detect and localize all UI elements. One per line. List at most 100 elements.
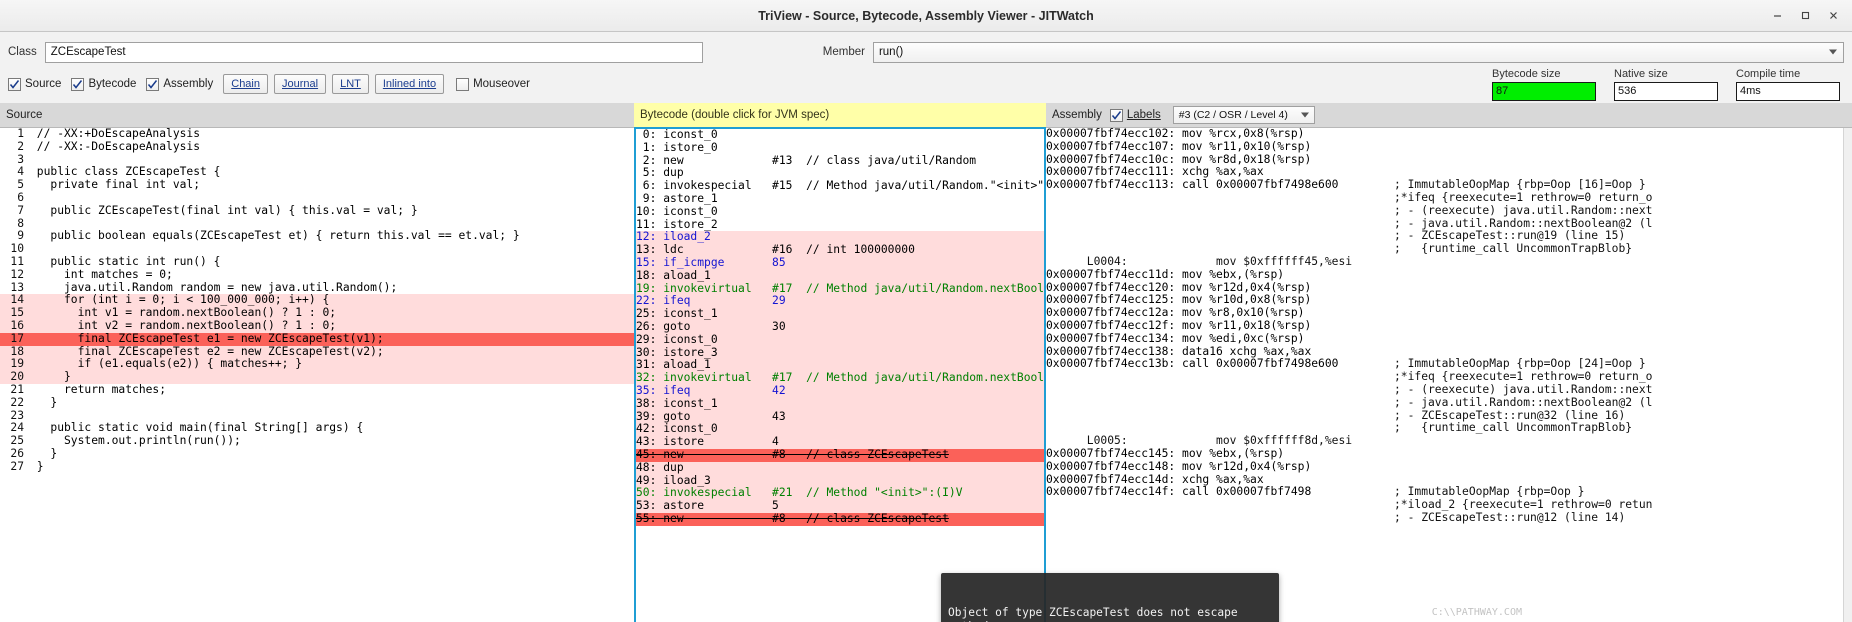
source-line[interactable]: 9 public boolean equals(ZCEscapeTest et)… bbox=[0, 230, 634, 243]
assembly-comment bbox=[1384, 154, 1394, 167]
bytecode-line[interactable]: 35: ifeq 42 bbox=[636, 383, 1044, 398]
assembly-line[interactable]: L0004: mov $0xffffff45,%esi bbox=[1046, 254, 1852, 269]
bytecode-operand bbox=[772, 462, 806, 475]
assembly-line[interactable]: L0005: mov $0xffffff8d,%esi bbox=[1046, 434, 1852, 448]
bytecode-line[interactable]: 53: astore 5 bbox=[636, 499, 1044, 513]
title-bar: TriView - Source, Bytecode, Assembly Vie… bbox=[0, 0, 1852, 32]
source-line[interactable]: 1 // -XX:+DoEscapeAnalysis bbox=[0, 128, 634, 141]
bytecode-operand bbox=[772, 142, 806, 155]
assembly-line[interactable]: 0x00007fbf74ecc145: mov %ebx,(%rsp) bbox=[1046, 447, 1852, 461]
assembly-line[interactable]: 0x00007fbf74ecc107: mov %r11,0x10(%rsp) bbox=[1046, 140, 1852, 154]
compilation-select[interactable]: #3 (C2 / OSR / Level 4) bbox=[1172, 106, 1315, 124]
bytecode-offset: 15: bbox=[636, 255, 664, 269]
assembly-comment bbox=[1384, 294, 1394, 307]
bytecode-operand: 42 bbox=[772, 383, 807, 397]
assembly-instruction bbox=[1046, 371, 1384, 384]
assembly-scrollbar[interactable] bbox=[1843, 128, 1852, 622]
minimize-icon[interactable] bbox=[1764, 5, 1790, 27]
bytecode-line[interactable]: 45: new #8 // class ZCEscapeTest bbox=[636, 448, 1044, 462]
member-label: Member bbox=[822, 46, 865, 58]
source-line[interactable]: 2 // -XX:-DoEscapeAnalysis bbox=[0, 140, 634, 154]
checkbox-labels[interactable]: Labels bbox=[1109, 108, 1161, 122]
assembly-instruction bbox=[1046, 499, 1384, 512]
bytecode-line[interactable]: 48: dup bbox=[636, 461, 1044, 475]
bytecode-opcode: aload_1 bbox=[663, 268, 773, 282]
source-line[interactable]: 21 return matches; bbox=[0, 383, 634, 397]
toolbar-row-options: Source Bytecode Assembly Chain Journal L… bbox=[8, 67, 1844, 101]
assembly-line[interactable]: 0x00007fbf74ecc134: mov %edi,0xc(%rsp) bbox=[1046, 332, 1852, 346]
assembly-line[interactable]: ; - ZCEscapeTest::run@12 (line 14) bbox=[1046, 511, 1852, 525]
source-line-number: 12 bbox=[10, 267, 24, 281]
assembly-line[interactable]: 0x00007fbf74ecc102: mov %rcx,0x8(%rsp) bbox=[1046, 128, 1852, 141]
source-line[interactable]: 11 public static int run() { bbox=[0, 255, 634, 269]
window-controls bbox=[1764, 5, 1852, 27]
source-line-text: } bbox=[30, 395, 58, 409]
source-line[interactable]: 12 int matches = 0; bbox=[0, 267, 634, 282]
journal-button[interactable]: Journal bbox=[274, 74, 327, 94]
bytecode-line[interactable]: 10: iconst_0 bbox=[636, 205, 1044, 219]
bytecode-operand: 5 bbox=[772, 499, 807, 513]
bytecode-line[interactable]: 9: astore_1 bbox=[636, 191, 1044, 206]
assembly-label: L0004: mov $0xffffff45,%esi bbox=[1046, 254, 1353, 268]
source-line[interactable]: 19 if (e1.equals(e2)) { matches++; } bbox=[0, 358, 634, 372]
source-line[interactable]: 17 final ZCEscapeTest e1 = new ZCEscapeT… bbox=[0, 332, 634, 346]
maximize-icon[interactable] bbox=[1792, 5, 1818, 27]
bytecode-line[interactable]: 55: new #8 // class ZCEscapeTest bbox=[636, 512, 1044, 526]
source-line[interactable]: 7 public ZCEscapeTest(final int val) { t… bbox=[0, 204, 634, 218]
metric-compile-time-label: Compile time bbox=[1736, 67, 1801, 80]
bytecode-line[interactable]: 43: istore 4 bbox=[636, 435, 1044, 449]
bytecode-opcode: astore_1 bbox=[663, 191, 773, 205]
source-line[interactable]: 5 private final int val; bbox=[0, 178, 634, 192]
source-line[interactable]: 25 System.out.println(run()); bbox=[0, 434, 634, 448]
bytecode-line[interactable]: 18: aload_1 bbox=[636, 268, 1044, 283]
chain-button[interactable]: Chain bbox=[223, 74, 268, 94]
assembly-line[interactable]: 0x00007fbf74ecc148: mov %r12d,0x4(%rsp) bbox=[1046, 460, 1852, 474]
source-line-number: 26 bbox=[10, 446, 24, 460]
assembly-line[interactable]: 0x00007fbf74ecc11d: mov %ebx,(%rsp) bbox=[1046, 268, 1852, 282]
close-icon[interactable] bbox=[1820, 5, 1846, 27]
assembly-line[interactable]: 0x00007fbf74ecc12f: mov %r11,0x18(%rsp) bbox=[1046, 319, 1852, 333]
checkmark-icon bbox=[146, 77, 160, 91]
checkbox-mouseover-label: Mouseover bbox=[473, 78, 530, 90]
assembly-line[interactable]: ;*iload_2 {reexecute=1 rethrow=0 retun bbox=[1046, 498, 1852, 512]
bytecode-line[interactable]: 26: goto 30 bbox=[636, 320, 1044, 334]
bytecode-line[interactable]: 29: iconst_0 bbox=[636, 333, 1044, 347]
source-code-area[interactable]: 1 // -XX:+DoEscapeAnalysis 2 // -XX:-DoEs… bbox=[0, 127, 634, 622]
class-input[interactable]: ZCEscapeTest bbox=[44, 41, 703, 63]
bytecode-opcode: iconst_1 bbox=[663, 396, 773, 410]
lnt-button[interactable]: LNT bbox=[332, 74, 369, 94]
source-line[interactable]: 22 } bbox=[0, 395, 634, 410]
source-line-text: private final int val; bbox=[30, 178, 201, 192]
member-select[interactable]: run() bbox=[872, 41, 1844, 63]
source-line[interactable]: 6 bbox=[0, 191, 634, 205]
bytecode-pane-title: Bytecode (double click for JVM spec) bbox=[640, 109, 830, 121]
bytecode-line[interactable]: 15: if_icmpge 85 bbox=[636, 255, 1044, 270]
bytecode-comment: // class java/util/Random bbox=[806, 153, 977, 167]
bytecode-line[interactable]: 0: iconst_0 bbox=[636, 129, 1044, 142]
assembly-line[interactable]: ; - (reexecute) java.util.Random::next bbox=[1046, 204, 1852, 218]
bytecode-offset: 9: bbox=[636, 191, 664, 205]
checkbox-mouseover[interactable]: Mouseover bbox=[456, 77, 530, 91]
checkbox-assembly-label: Assembly bbox=[163, 78, 214, 90]
bytecode-line[interactable]: 38: iconst_1 bbox=[636, 396, 1044, 411]
inlined-into-button[interactable]: Inlined into bbox=[374, 74, 445, 94]
assembly-code-area[interactable]: 0x00007fbf74ecc102: mov %rcx,0x8(%rsp) 0x… bbox=[1046, 127, 1852, 622]
source-line[interactable]: 16 int v2 = random.nextBoolean() ? 1 : 0… bbox=[0, 319, 634, 333]
bytecode-line[interactable]: 1: istore_0 bbox=[636, 141, 1044, 155]
assembly-line[interactable]: ; - java.util.Random::nextBoolean@2 (l bbox=[1046, 396, 1852, 410]
bytecode-operand bbox=[772, 206, 806, 219]
checkbox-source[interactable]: Source bbox=[8, 77, 61, 91]
assembly-line[interactable]: ;*ifeq {reexecute=1 rethrow=0 return_o bbox=[1046, 191, 1852, 205]
checkbox-bytecode[interactable]: Bytecode bbox=[71, 77, 136, 91]
bytecode-comment: // int 100000000 bbox=[806, 243, 915, 257]
bytecode-code-area[interactable]: 0: iconst_0 1: istore_0 2: new #13 // cl… bbox=[634, 127, 1046, 622]
bytecode-offset: 18: bbox=[636, 268, 664, 282]
checkbox-assembly[interactable]: Assembly bbox=[146, 77, 214, 91]
assembly-comment bbox=[1384, 128, 1394, 141]
assembly-comment bbox=[1384, 141, 1394, 154]
source-line[interactable]: 26 } bbox=[0, 446, 634, 461]
source-line[interactable]: 27 } bbox=[0, 460, 634, 474]
bytecode-opcode: if_icmpge bbox=[663, 255, 773, 269]
assembly-line[interactable]: ; - (reexecute) java.util.Random::next bbox=[1046, 383, 1852, 397]
assembly-pane-header: Assembly Labels #3 (C2 / OSR / Level 4) bbox=[1046, 103, 1852, 127]
